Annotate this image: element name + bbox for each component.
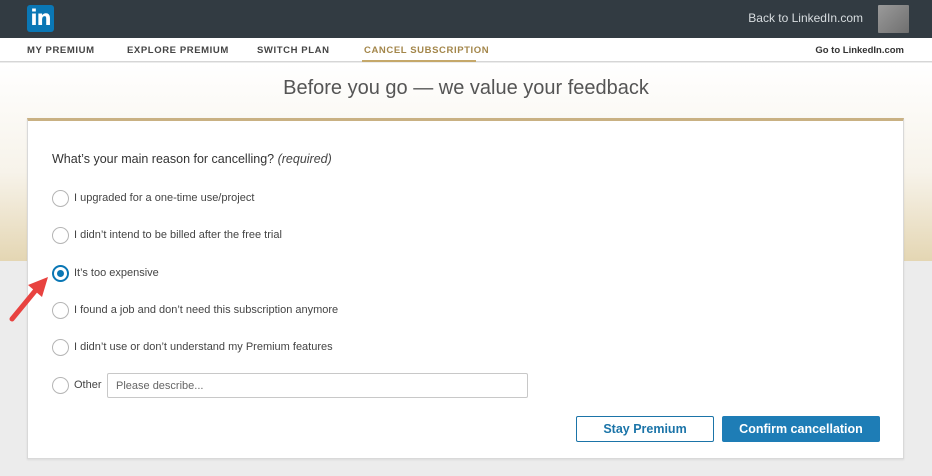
avatar[interactable] [878, 5, 909, 33]
page-title: Before you go — we value your feedback [283, 77, 649, 99]
radio-button[interactable] [52, 189, 69, 207]
active-tab-indicator [362, 60, 476, 62]
reason-label: I found a job and don’t need this subscr… [74, 304, 339, 316]
radio-button[interactable] [52, 376, 69, 394]
reason-option[interactable]: I didn’t intend to be billed after the f… [52, 226, 282, 244]
radio-button[interactable] [52, 338, 69, 356]
reason-option[interactable]: I found a job and don’t need this subscr… [52, 301, 338, 319]
reason-option[interactable]: It’s too expensive [52, 264, 159, 282]
tab-explore-premium[interactable]: EXPLORE PREMIUM [127, 45, 229, 56]
tab-my-premium[interactable]: MY PREMIUM [27, 45, 95, 56]
radio-button[interactable] [52, 226, 69, 244]
back-to-linkedin-link[interactable]: Back to LinkedIn.com [748, 11, 863, 25]
question-label: What’s your main reason for cancelling? … [52, 152, 332, 166]
tab-switch-plan[interactable]: SWITCH PLAN [257, 45, 330, 56]
top-bar: in Back to LinkedIn.com [0, 0, 932, 38]
cancellation-form-card: What’s your main reason for cancelling? … [27, 118, 904, 459]
question-text: What’s your main reason for cancelling? [52, 152, 275, 166]
radio-button-selected[interactable] [52, 264, 69, 282]
premium-nav: MY PREMIUM EXPLORE PREMIUM SWITCH PLAN C… [0, 38, 932, 62]
reason-label: I didn’t intend to be billed after the f… [74, 229, 282, 241]
required-note: (required) [277, 152, 332, 166]
radio-button[interactable] [52, 301, 69, 319]
reason-label: I upgraded for a one-time use/project [74, 192, 255, 204]
annotation-arrow-icon [9, 277, 48, 322]
reason-option-other[interactable]: Other [52, 376, 102, 394]
reason-label: I didn’t use or don’t understand my Prem… [74, 341, 333, 353]
reason-option[interactable]: I upgraded for a one-time use/project [52, 189, 254, 207]
go-to-linkedin-link[interactable]: Go to LinkedIn.com [815, 45, 904, 56]
reason-label: Other [74, 379, 102, 391]
other-reason-input[interactable] [107, 373, 528, 398]
reason-label: It’s too expensive [74, 267, 159, 279]
confirm-cancellation-button[interactable]: Confirm cancellation [722, 416, 880, 442]
tab-cancel-subscription[interactable]: CANCEL SUBSCRIPTION [364, 45, 489, 56]
linkedin-logo[interactable]: in [27, 5, 54, 32]
stay-premium-button[interactable]: Stay Premium [576, 416, 714, 442]
reason-option[interactable]: I didn’t use or don’t understand my Prem… [52, 338, 333, 356]
